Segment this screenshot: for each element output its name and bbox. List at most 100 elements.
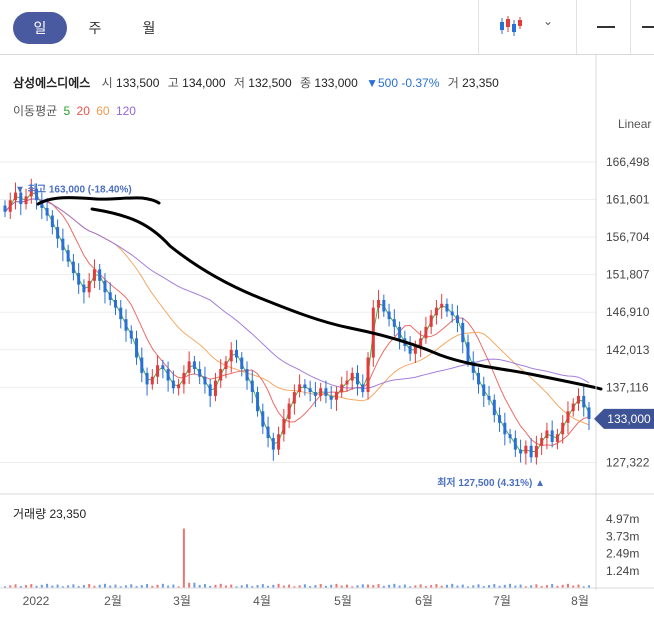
high-annotation: ▼ 최고 163,000 (-18.40%) [15,183,132,196]
candle-body [161,365,165,370]
volume-bar [345,584,348,588]
candle-body [366,357,370,393]
candle-body [582,395,586,408]
candle-body [208,384,212,396]
candle-body [103,280,107,293]
candle-body [219,369,223,381]
candle-body [82,284,86,293]
volume-bar [172,584,175,588]
candle-body [119,307,123,320]
volume-bar [188,582,191,588]
volume-bar [566,583,569,588]
volume-bar [193,582,196,588]
volume-bar [114,584,117,588]
candle-body [156,365,160,377]
candle-body [477,372,481,385]
candle-body [398,326,402,339]
y-tick-label: 142,013 [606,343,650,357]
candle-body [524,445,528,454]
candle-body [340,384,344,393]
candle-body [555,434,559,442]
volume-bar [367,584,370,588]
candle-body [461,323,465,343]
candle-body [61,238,65,251]
volume-bar [230,584,233,588]
volume-bar [551,584,554,588]
volume-bar [451,583,454,588]
candle-body [356,372,360,385]
candle-body [419,338,423,347]
x-tick-label: 8월 [571,594,589,608]
candle-body [440,303,444,308]
candle-body [487,395,491,400]
y-tick-label: 161,601 [606,192,650,206]
candle-body [361,384,365,393]
volume-tick-label: 1.24m [606,564,639,578]
candle-body [382,299,386,312]
candle-body [261,411,265,427]
volume-bar [535,584,538,588]
candle-body [377,299,381,308]
x-tick-label: 2월 [104,594,122,608]
candle-body [450,311,454,316]
candle-body [108,292,112,300]
volume-bar [203,584,206,588]
candle-body [256,392,260,412]
x-tick-label: 2022 [23,594,50,608]
volume-bar [246,584,249,588]
candle-body [576,395,580,404]
volume-bar [46,583,49,588]
candle-body [77,273,81,285]
y-tick-label: 151,807 [606,268,650,282]
candle-body [224,361,228,370]
y-tick-label: 156,704 [606,230,650,244]
candle-body [540,438,544,446]
candle-body [387,311,391,320]
candle-body [329,395,333,400]
volume-tick-label: 3.73m [606,529,639,543]
volume-bar [161,583,164,588]
candle-body [445,303,449,312]
candle-body [282,418,286,435]
volume-tick-label: 2.49m [606,547,639,561]
ma-line-5 [4,191,590,453]
candle-body [429,315,433,327]
candle-body [240,357,244,370]
volume-tick-label: 4.97m [606,512,639,526]
x-tick-label: 3월 [173,594,191,608]
price-chart[interactable]: 4.97m 3.73m 2.49m 1.24m 166,498 161,601 156,7… [0,0,654,619]
candle-body [424,326,428,339]
ma-line-20 [4,198,590,446]
candle-body [98,269,102,281]
drawn-trendline-top [36,196,161,206]
volume-bar [493,584,496,588]
y-tick-label: 166,498 [606,155,650,169]
candle-body [455,315,459,324]
candle-body [140,357,144,373]
volume-bar [435,584,438,588]
candle-body [129,330,133,339]
volume-bar [519,584,522,588]
candle-body [482,384,486,396]
volume-bar [477,584,480,588]
volume-bar [14,584,17,588]
candle-body [229,349,233,362]
candle-body [266,426,270,439]
candle-body [345,380,349,385]
volume-bar [335,583,338,588]
volume-bar [403,584,406,588]
volume-bar [72,584,75,588]
candle-body [171,380,175,389]
candle-body [71,261,75,274]
volume-bar [509,583,512,588]
candle-body [87,280,91,293]
candle-body [203,376,207,385]
volume-bar [319,584,322,588]
volume-bar [261,584,264,588]
candle-body [277,434,281,450]
candle-body [166,369,170,381]
candle-body [303,384,307,389]
candle-body [571,403,575,412]
y-tick-label: 146,910 [606,305,650,319]
y-tick-label: 127,322 [606,456,650,470]
